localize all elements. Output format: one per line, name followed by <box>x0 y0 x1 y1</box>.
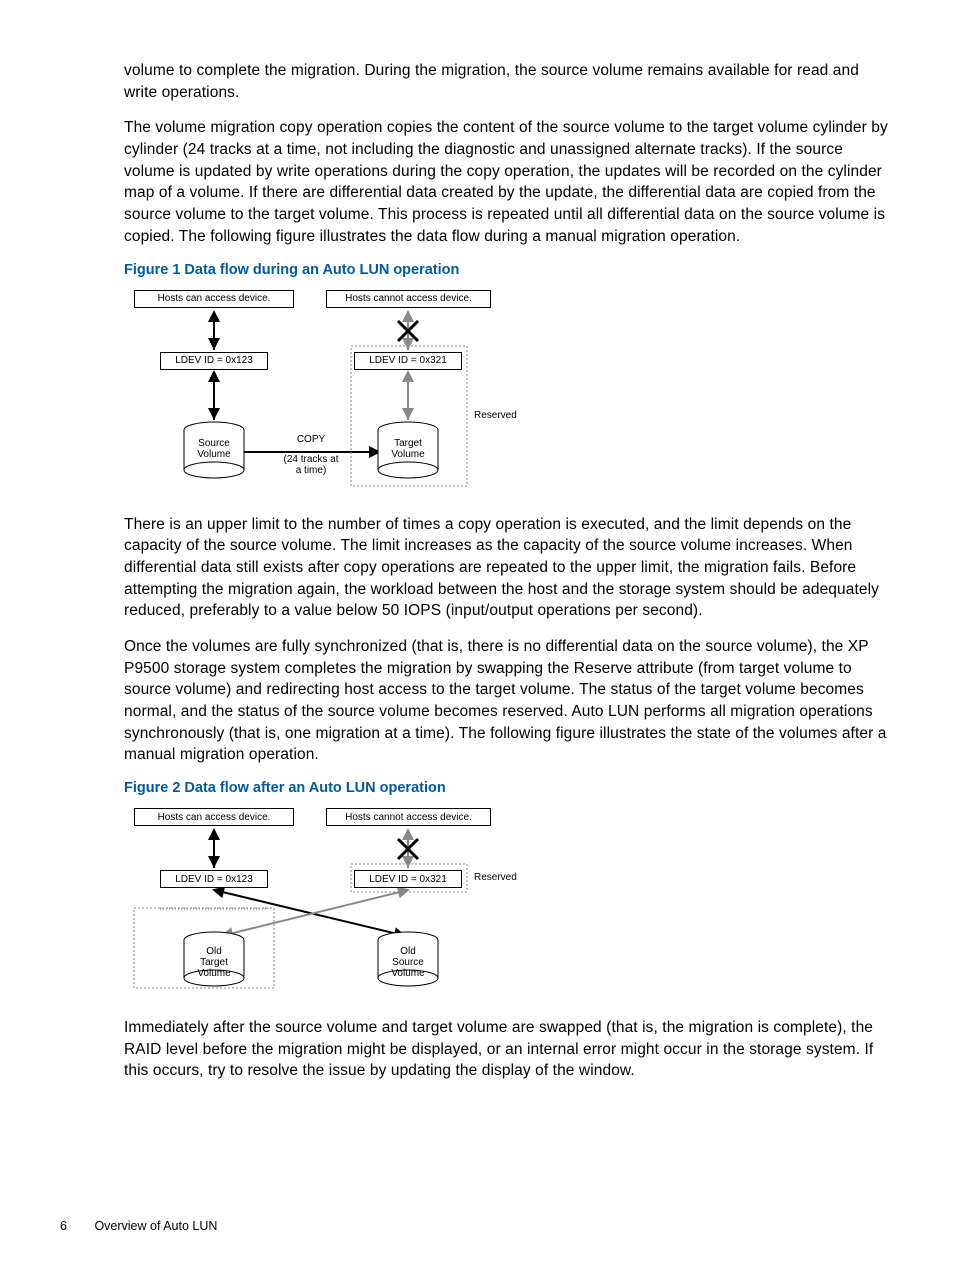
hosts-cannot-box: Hosts cannot access device. <box>326 808 491 826</box>
paragraph: There is an upper limit to the number of… <box>124 514 894 622</box>
src-vol-label: Source Volume <box>190 438 238 460</box>
paragraph: Immediately after the source volume and … <box>124 1017 894 1082</box>
paragraph: The volume migration copy operation copi… <box>124 117 894 247</box>
paragraph: Once the volumes are fully synchronized … <box>124 636 894 766</box>
ldev-tgt-box: LDEV ID = 0x321 <box>354 870 462 888</box>
page-number: 6 <box>60 1219 67 1233</box>
figure-1-diagram: Hosts can access device. Hosts cannot ac… <box>126 290 496 490</box>
hosts-cannot-box: Hosts cannot access device. <box>326 290 491 308</box>
hosts-can-box: Hosts can access device. <box>134 290 294 308</box>
ldev-tgt-box: LDEV ID = 0x321 <box>354 352 462 370</box>
reserved-label: Reserved <box>474 872 517 883</box>
tgt-vol-label: Target Volume <box>384 438 432 460</box>
copy-label: COPY <box>271 434 351 445</box>
figure-2-diagram: Hosts can access device. Hosts cannot ac… <box>126 808 526 993</box>
old-src-label: Old Source Volume <box>384 946 432 979</box>
tracks-label: (24 tracks at a time) <box>266 454 356 476</box>
ldev-src-box: LDEV ID = 0x123 <box>160 870 268 888</box>
footer-title: Overview of Auto LUN <box>94 1219 217 1233</box>
old-tgt-label: Old Target Volume <box>190 946 238 979</box>
paragraph: volume to complete the migration. During… <box>124 60 894 103</box>
hosts-can-box: Hosts can access device. <box>134 808 294 826</box>
figure-caption: Figure 2 Data flow after an Auto LUN ope… <box>124 780 894 796</box>
reserved-label: Reserved <box>474 410 517 421</box>
page-footer: 6 Overview of Auto LUN <box>60 1219 217 1233</box>
ldev-src-box: LDEV ID = 0x123 <box>160 352 268 370</box>
figure-caption: Figure 1 Data flow during an Auto LUN op… <box>124 262 894 278</box>
